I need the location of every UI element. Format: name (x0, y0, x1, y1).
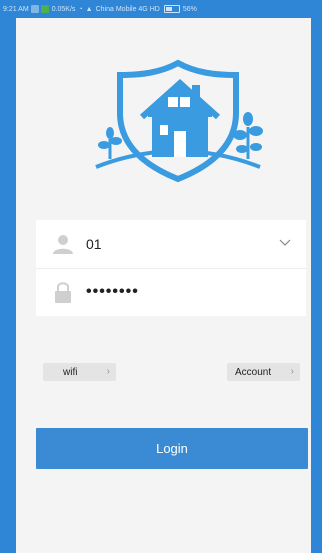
notification-icon (30, 5, 39, 13)
login-button[interactable]: Login (36, 428, 308, 469)
status-battery: 56% (182, 5, 197, 13)
status-bar: 9:21 AM 0.05K/s ◔ ▲ China Mobile 4G HD 5… (0, 0, 322, 18)
wifi-label: wifi (63, 366, 78, 378)
wifi-button[interactable]: wifi › (43, 363, 116, 381)
lock-icon (50, 279, 76, 305)
user-icon (50, 231, 76, 257)
username-field[interactable]: 01 (86, 236, 102, 252)
status-time: 9:21 AM (3, 5, 29, 13)
status-speed: 0.05K/s (51, 5, 76, 13)
password-field[interactable]: •••••••• (86, 283, 139, 301)
chevron-down-icon[interactable] (276, 234, 294, 252)
battery-icon (163, 5, 180, 13)
app-logo (88, 55, 268, 185)
password-row[interactable]: •••••••• (36, 268, 306, 316)
wifi-signal-icon: ◔ (78, 5, 83, 13)
status-carrier: China Mobile 4G HD (95, 5, 160, 13)
account-label: Account (235, 366, 272, 378)
app-icon (40, 5, 49, 13)
chevron-right-icon: › (106, 366, 110, 377)
chevron-right-icon: › (290, 366, 294, 377)
account-button[interactable]: Account › (227, 363, 300, 381)
username-row[interactable]: 01 (36, 220, 306, 269)
login-card: 01 •••••••• (36, 220, 306, 316)
cell-signal-icon: ▲ (85, 5, 93, 13)
shield-house-logo-icon (95, 59, 263, 183)
